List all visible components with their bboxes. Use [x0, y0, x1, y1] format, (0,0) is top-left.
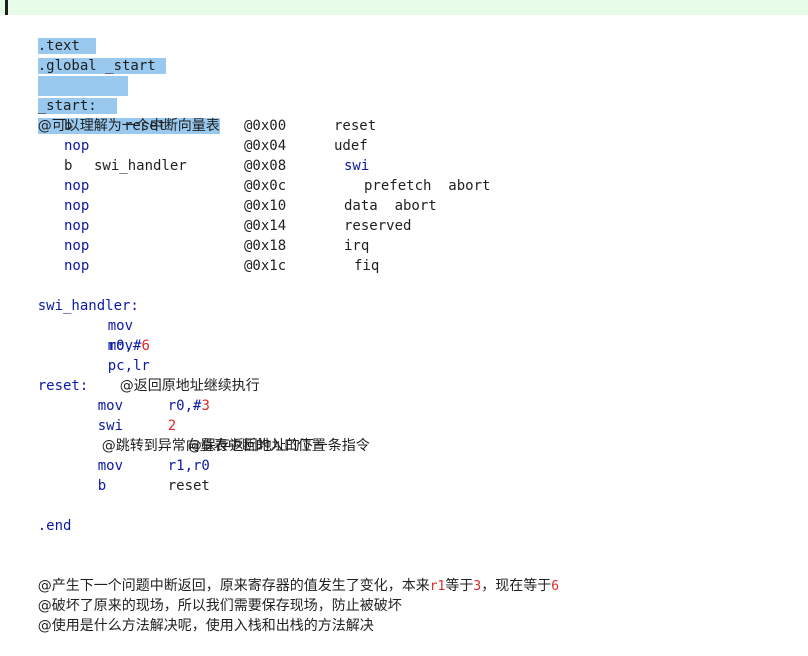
- instruction: b: [64, 158, 73, 174]
- vector-description: swi: [344, 158, 370, 174]
- operands: pc,lr: [107, 358, 150, 374]
- code-line-note-2[interactable]: @破坏了原来的现场，所以我们需要保存现场，防止被破坏: [4, 576, 402, 614]
- vector-address: @0x18: [244, 238, 287, 254]
- caret-marker: [5, 0, 8, 15]
- code-line-note-3[interactable]: @使用是什么方法解决呢，使用入栈和出栈的方法解决: [4, 596, 374, 634]
- vector-address: @0x14: [244, 218, 287, 234]
- editor-top-bar: [0, 0, 808, 15]
- vector-description: reset: [334, 118, 377, 134]
- vector-address: @0x04: [244, 138, 287, 154]
- code-line-swi-mov-pc[interactable]: mov pc,lr @返回原地址继续执行: [74, 316, 260, 394]
- vector-address: @0x00: [244, 118, 287, 134]
- vector-description: prefetch abort: [364, 178, 491, 194]
- code-line-start-label[interactable]: _start:: [4, 76, 117, 114]
- instruction: b: [97, 478, 107, 494]
- instruction: nop: [64, 178, 90, 194]
- code-line-reset-mov-r0[interactable]: mov r0,#3: [64, 376, 210, 414]
- note-text: ，现在等于: [481, 578, 552, 594]
- code-line-reset-swi[interactable]: swi 2 @跳转到异常向量表中断的入口位置: [64, 396, 326, 454]
- note-register: r1: [429, 579, 446, 594]
- branch-target: reset: [124, 118, 167, 134]
- code-line-end[interactable]: .end: [4, 496, 72, 534]
- code-editor[interactable]: .text .global _start _start: @可以理解为一个中断向…: [0, 16, 808, 648]
- branch-target: reset: [167, 478, 210, 494]
- instruction: nop: [64, 218, 90, 234]
- code-line-swi-handler-label[interactable]: swi_handler:: [4, 276, 139, 314]
- vector-address: @0x0c: [244, 178, 287, 194]
- code-line-note-1[interactable]: @产生下一个问题中断返回，原来寄存器的值发生了变化，本来r1等于3，现在等于6: [4, 556, 559, 594]
- branch-target: swi_handler: [94, 158, 187, 174]
- instruction: nop: [64, 138, 90, 154]
- vector-description: reserved: [344, 218, 412, 234]
- instruction: b: [64, 118, 73, 134]
- code-line-text[interactable]: .text: [4, 16, 96, 54]
- code-line-reset-comment[interactable]: @保存返回地址的下一条指令: [154, 416, 370, 454]
- vector-description: udef: [334, 138, 368, 154]
- code-line-swi-mov-r0[interactable]: mov r0,#6: [74, 296, 150, 354]
- code-comment: @保存返回地址的下一条指令: [187, 438, 370, 454]
- instruction: nop: [64, 238, 90, 254]
- vector-address: @0x1c: [244, 258, 287, 274]
- immediate-number: 6: [141, 338, 150, 354]
- note-text: 等于: [445, 578, 474, 594]
- instruction: mov: [107, 338, 134, 354]
- code-line-reset-mov-r1[interactable]: mov r1,r0: [64, 436, 210, 474]
- code-line-global[interactable]: .global _start: [4, 36, 166, 74]
- instruction: nop: [64, 258, 90, 274]
- vector-description: data abort: [344, 198, 437, 214]
- code-line-blank[interactable]: [4, 56, 128, 96]
- end-directive: .end: [37, 518, 72, 534]
- vector-address: @0x10: [244, 198, 287, 214]
- instruction: nop: [64, 198, 90, 214]
- code-line-vector-comment[interactable]: @可以理解为一个中断向量表: [4, 96, 220, 134]
- vector-description: irq: [344, 238, 370, 254]
- code-line-reset-label[interactable]: reset:: [4, 356, 89, 394]
- code-line-reset-branch[interactable]: b reset: [64, 456, 210, 494]
- vector-description: fiq: [354, 258, 380, 274]
- note-text: @使用是什么方法解决呢，使用入栈和出栈的方法解决: [37, 618, 374, 634]
- note-number: 6: [551, 579, 560, 594]
- vector-address: @0x08: [244, 158, 287, 174]
